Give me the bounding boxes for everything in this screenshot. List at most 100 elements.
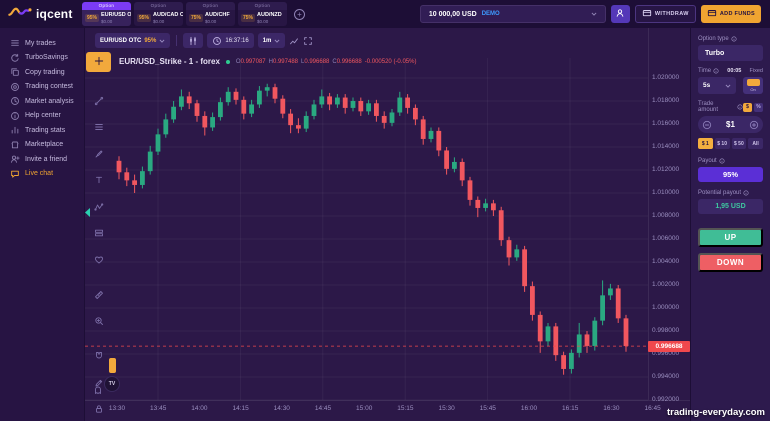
quick-amounts: $ 1$ 10$ 50All [698,138,763,149]
sidebar-item-help-center[interactable]: Help center [0,109,84,124]
balance-selector[interactable]: 10 000,00 USD DEMO [420,5,606,23]
sidebar-item-my-trades[interactable]: My trades [0,36,84,51]
time-tick: 14:00 [191,405,207,412]
live-status-dot [226,60,230,64]
increase-amount-button[interactable] [749,120,759,130]
tab-body: 75% AUD/NZD $0.00 [238,10,287,26]
interval-selector[interactable]: 1m [258,33,286,48]
chart-type-button[interactable] [183,33,203,48]
tab-amount: $0.00 [153,19,183,24]
sidebar-item-marketplace[interactable]: Marketplace [0,138,84,153]
quick-amount-1[interactable]: $ 1 [698,138,713,149]
zoom-in-icon [94,313,104,331]
percent-mode-button[interactable]: % [754,103,763,112]
price-tick: 1.016000 [652,120,679,127]
sidebar-item-copy-trading[interactable]: Copy trading [0,65,84,80]
turbo-icon [10,53,20,63]
ghost-tool-button[interactable] [93,385,103,395]
fullscreen-icon[interactable] [303,36,313,46]
option-type-label: Option type [698,36,763,42]
time-label: Time [698,68,719,74]
logo[interactable]: iqcent [0,5,82,23]
candlestick-chart[interactable] [85,28,690,421]
sidebar-item-label: Market analysis [25,98,74,105]
magnet-tool-button[interactable] [94,348,104,366]
sidebar-item-live-chat[interactable]: Live chat [0,167,84,182]
emoji-heart-tool-button[interactable] [94,252,104,270]
decrease-amount-button[interactable] [702,120,712,130]
xabcd-pattern-icon [94,199,104,217]
current-price-tag: 0.996688 [648,341,690,352]
duration-select[interactable]: 5s [698,77,736,94]
ruler-tool-button[interactable] [94,287,104,305]
quick-amount-10[interactable]: $ 10 [715,138,730,149]
time-tick: 16:00 [521,405,537,412]
price-tick: 1.008000 [652,212,679,219]
logo-wave-icon [8,5,32,23]
tab-payout-badge: 75% [241,14,255,22]
instrument-title: EUR/USD_Strike - 1 - forex [119,57,220,66]
chevron-down-icon [725,83,731,89]
add-asset-button[interactable]: + [294,9,305,20]
chart-header: EUR/USD_Strike - 1 - forex O0.997087 H0.… [119,57,416,66]
crosshair-tool-button[interactable] [86,52,111,72]
sidebar-item-trading-stats[interactable]: Trading stats [0,123,84,138]
fib-levels-tool-button[interactable] [94,119,104,137]
up-button[interactable]: UP [698,228,763,247]
xabcd-pattern-tool-button[interactable] [94,199,104,217]
contest-icon [10,82,20,92]
price-tick: 1.018000 [652,97,679,104]
price-tick: 1.006000 [652,235,679,242]
interval-value: 1m [263,38,272,44]
asset-tab-aud-cad-otc[interactable]: Option 95% AUD/CAD OTC $0.00 [134,2,183,26]
toolbar-handle[interactable] [109,358,116,373]
lock-icon [94,401,104,419]
toggle-knob [747,79,760,86]
add-funds-label: ADD FUNDS [720,11,755,17]
withdraw-button[interactable]: WITHDRAW [635,5,696,23]
fixed-toggle[interactable]: On [743,77,763,94]
sidebar-item-market-analysis[interactable]: Market analysis [0,94,84,109]
zoom-in-tool-button[interactable] [94,313,104,331]
balance-amount: 10 000,00 USD [429,11,477,18]
time-tick: 15:45 [480,405,496,412]
time-tick: 13:45 [150,405,166,412]
text-tool-icon [94,172,104,190]
time-tick: 16:15 [562,405,578,412]
asset-tab-aud-chf[interactable]: Option 75% AUD/CHF $0.00 [186,2,235,26]
sidebar-item-turbosavings[interactable]: TurboSavings [0,51,84,66]
tab-amount: $0.00 [257,19,282,24]
asset-tab-aud-nzd[interactable]: Option 75% AUD/NZD $0.00 [238,2,287,26]
tradingview-logo[interactable]: TV [104,376,120,392]
watermark: trading-everyday.com [667,407,765,418]
brush-tool-button[interactable] [94,146,104,164]
profile-button[interactable] [611,5,630,23]
analysis-icon [10,96,20,106]
sidebar-item-trading-contest[interactable]: Trading contest [0,80,84,95]
tab-body: 75% AUD/CHF $0.00 [186,10,235,26]
quick-amount-all[interactable]: All [748,138,763,149]
info-icon [731,36,737,42]
time-tick: 15:15 [397,405,413,412]
trend-line-tool-button[interactable] [94,93,104,111]
add-funds-button[interactable]: ADD FUNDS [701,5,761,23]
dollar-mode-button[interactable]: $ [743,103,752,112]
text-tool-tool-button[interactable] [94,172,104,190]
amount-mode-toggle: $ % [743,103,763,112]
asset-tab-eur-usd-otc[interactable]: Option 95% EUR/USD OTC $0.00 [82,2,131,26]
time-tick: 14:30 [274,405,290,412]
stats-icon [10,125,20,135]
price-tick: 0.992000 [652,396,679,403]
lock-tool-button[interactable] [94,401,104,419]
sidebar-item-invite-a-friend[interactable]: Invite a friend [0,152,84,167]
quick-amount-50[interactable]: $ 50 [732,138,747,149]
line-chart-icon[interactable] [289,36,299,46]
option-type-select[interactable]: Turbo [698,45,763,61]
price-tick: 1.014000 [652,143,679,150]
user-icon [615,5,625,23]
tab-amount: $0.00 [101,19,131,24]
long-position-tool-button[interactable] [94,225,104,243]
symbol-selector[interactable]: EUR/USD OTC 95% [95,33,170,48]
down-button[interactable]: DOWN [698,253,763,272]
trade-amount-header: Trade amount $ % [698,101,763,113]
